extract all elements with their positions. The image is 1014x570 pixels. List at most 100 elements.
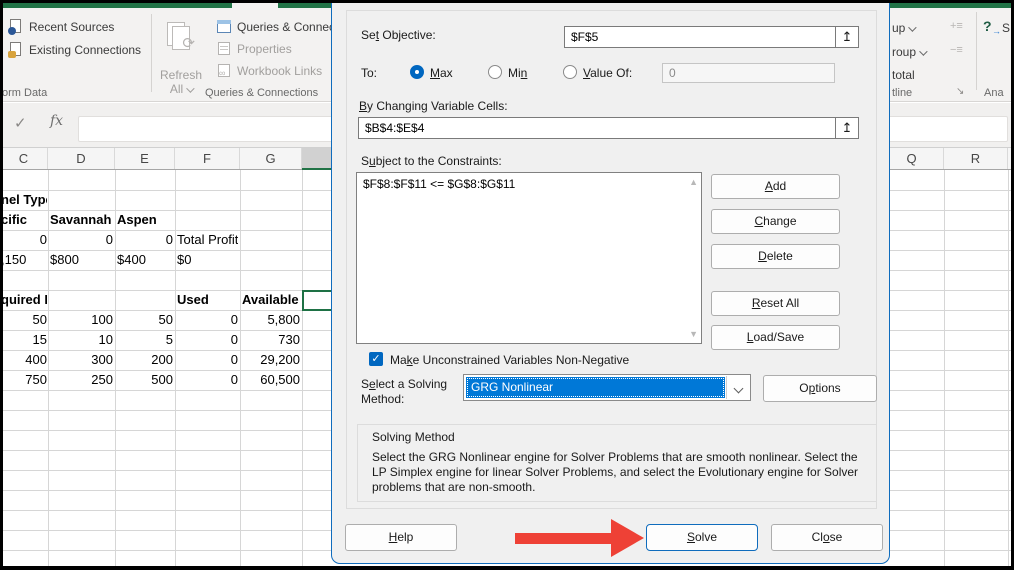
sheet-cell[interactable]: 0: [117, 230, 173, 250]
crop-edge-bottom: [0, 566, 1014, 570]
sheet-cell[interactable]: 250: [50, 370, 113, 390]
load-save-button[interactable]: Load/Save: [711, 325, 840, 350]
sheet-cell[interactable]: 730: [242, 330, 300, 350]
hide-detail-icon[interactable]: −≡: [950, 44, 963, 56]
sheet-cell[interactable]: Savannah: [50, 210, 113, 230]
arrow-head: [611, 519, 644, 557]
variable-cells-collapse-dialog-icon[interactable]: ↥: [835, 117, 859, 139]
scrollbar-up-icon[interactable]: ▲: [689, 177, 698, 187]
solver-icon[interactable]: ?: [983, 18, 992, 34]
sheet-cell[interactable]: quired Per Pallet Type: [1, 290, 47, 310]
sheet-cell[interactable]: $800: [50, 250, 113, 270]
show-detail-icon[interactable]: +≡: [950, 20, 963, 32]
sheet-cell[interactable]: 100: [50, 310, 113, 330]
close-button[interactable]: Close: [771, 524, 883, 551]
sheet-cell[interactable]: 5: [117, 330, 173, 350]
chevron-down-icon[interactable]: [726, 376, 749, 399]
min-radio[interactable]: [488, 65, 502, 79]
sheet-cell[interactable]: $400: [117, 250, 173, 270]
variable-cells-field[interactable]: $B$4:$E$4: [358, 117, 836, 139]
sheet-cell[interactable]: 0: [177, 330, 238, 350]
insert-function-icon[interactable]: fx: [50, 113, 63, 129]
help-button[interactable]: Help: [345, 524, 457, 551]
sheet-cell[interactable]: nel Type: [1, 190, 47, 210]
recent-sources-icon: [8, 19, 24, 35]
refresh-all-button: ⟳ Refresh All: [155, 18, 207, 98]
column-header-c[interactable]: C: [0, 148, 48, 169]
refresh-all-icon: ⟳: [165, 22, 195, 52]
sheet-cell[interactable]: 15: [1, 330, 47, 350]
sheet-cell[interactable]: 5,800: [242, 310, 300, 330]
constraints-listbox[interactable]: $F$8:$F$11 <= $G$8:$G$11 ▲ ▼: [356, 172, 702, 344]
objective-collapse-dialog-icon[interactable]: ↥: [835, 26, 859, 48]
crop-edge-left: [0, 0, 3, 570]
add-button[interactable]: Add: [711, 174, 840, 199]
subtotal-button-fragment[interactable]: total: [892, 68, 915, 82]
annotation-arrow: [515, 519, 645, 557]
max-radio[interactable]: [410, 65, 424, 79]
change-button[interactable]: Change: [711, 209, 840, 234]
set-objective-label: Set Objective:: [361, 28, 436, 42]
max-label[interactable]: Max: [430, 66, 453, 80]
get-transform-group-label: orm Data: [2, 87, 47, 99]
column-header-f[interactable]: F: [175, 148, 240, 169]
sheet-cell[interactable]: Used: [177, 290, 238, 310]
non-negative-checkbox[interactable]: ✓: [369, 352, 383, 366]
column-header-d[interactable]: D: [48, 148, 115, 169]
analyze-group-label: Ana: [984, 87, 1004, 99]
sheet-cell[interactable]: 400: [1, 350, 47, 370]
sheet-cell[interactable]: 200: [117, 350, 173, 370]
sheet-cell[interactable]: ,150: [1, 250, 47, 270]
existing-connections-button[interactable]: Existing Connections: [8, 42, 141, 58]
crop-edge-top: [0, 0, 1014, 3]
column-header-selected[interactable]: [302, 148, 334, 170]
solve-button[interactable]: Solve: [646, 524, 758, 551]
objective-field[interactable]: $F$5: [564, 26, 836, 48]
reset-all-button[interactable]: Reset All: [711, 291, 840, 316]
solver-button-fragment[interactable]: S: [1002, 21, 1010, 35]
constraint-item[interactable]: $F$8:$F$11 <= $G$8:$G$11: [357, 173, 521, 195]
sheet-cell[interactable]: 50: [1, 310, 47, 330]
column-header-r[interactable]: R: [944, 148, 1008, 169]
group-button-fragment[interactable]: up: [892, 21, 914, 35]
sheet-cell[interactable]: $0: [177, 250, 238, 270]
solving-method-dropdown[interactable]: GRG Nonlinear: [463, 374, 751, 401]
sheet-cell[interactable]: cific: [1, 210, 47, 230]
recent-sources-button[interactable]: Recent Sources: [8, 19, 114, 35]
sheet-cell[interactable]: Total Profit: [177, 230, 238, 250]
sheet-cell[interactable]: 300: [50, 350, 113, 370]
sheet-cell[interactable]: 29,200: [242, 350, 300, 370]
sheet-cell[interactable]: Available: [242, 290, 300, 310]
workbook-links-icon: ∞: [216, 63, 232, 79]
scrollbar-down-icon[interactable]: ▼: [689, 329, 698, 339]
enter-icon[interactable]: ✓: [14, 114, 27, 132]
value-of-radio[interactable]: [563, 65, 577, 79]
min-label[interactable]: Min: [508, 66, 527, 80]
sheet-cell[interactable]: 60,500: [242, 370, 300, 390]
value-of-label[interactable]: Value Of:: [583, 66, 632, 80]
sheet-cell[interactable]: 750: [1, 370, 47, 390]
ribbon-group-separator: [976, 12, 977, 90]
column-header-g[interactable]: G: [240, 148, 302, 169]
workbook-links-button: ∞ Workbook Links: [216, 63, 322, 79]
sheet-cell[interactable]: 10: [50, 330, 113, 350]
sheet-cell[interactable]: Aspen: [117, 210, 173, 230]
column-header-e[interactable]: E: [115, 148, 175, 169]
outline-dialog-launcher-icon[interactable]: ↘: [956, 86, 964, 97]
solving-method-description: Select the GRG Nonlinear engine for Solv…: [372, 450, 866, 495]
sheet-cell[interactable]: 0: [177, 370, 238, 390]
sheet-cell[interactable]: 0: [50, 230, 113, 250]
arrow-tail: [515, 533, 612, 544]
delete-button[interactable]: Delete: [711, 244, 840, 269]
sheet-cell[interactable]: 500: [117, 370, 173, 390]
properties-icon: [216, 41, 232, 57]
sheet-cell[interactable]: 0: [177, 350, 238, 370]
sheet-cell[interactable]: 0: [177, 310, 238, 330]
ungroup-button-fragment[interactable]: roup: [892, 45, 925, 59]
by-changing-label: By Changing Variable Cells:: [359, 99, 508, 113]
sheet-cell[interactable]: 50: [117, 310, 173, 330]
sheet-cell[interactable]: 0: [1, 230, 47, 250]
options-button[interactable]: Options: [763, 375, 877, 402]
outline-group-label: tline: [892, 87, 912, 99]
existing-connections-icon: [8, 42, 24, 58]
